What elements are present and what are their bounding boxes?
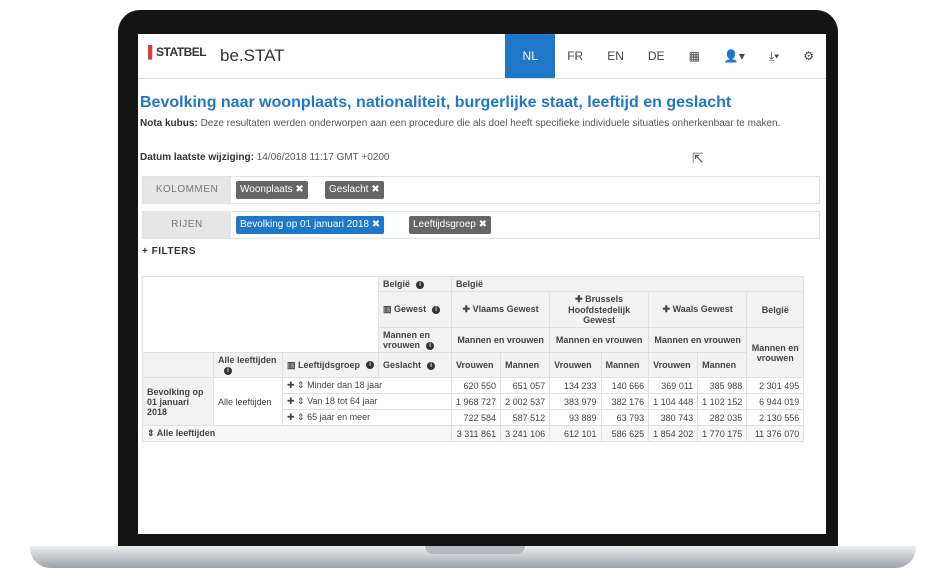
header-mannen[interactable]: Mannen (600, 352, 650, 378)
info-icon[interactable]: i (426, 341, 435, 350)
navbar: ▌STATBEL be.STAT NL FR EN DE ▦ 👤▾ ⤓▾ ⚙ (138, 34, 826, 79)
info-icon[interactable]: i (427, 361, 436, 370)
cell-total: 3 241 106 (500, 425, 551, 442)
table-icon[interactable]: ▦ (677, 34, 712, 78)
row-group-bevolking: Bevolking op 01 januari 2018 (142, 377, 214, 426)
cell-total: 612 101 (549, 425, 602, 442)
mouse-cursor-icon: ⇱ (692, 150, 704, 166)
cell-total: 11 376 070 (746, 425, 805, 442)
cell-value: 383 979 (549, 393, 602, 410)
table-corner (141, 276, 380, 353)
cell-value: 2 002 537 (500, 393, 551, 410)
pivot-table: België i België ▥ Gewest i ✚ Vlaams Gewest… (141, 276, 805, 442)
date-label: Datum laatste wijziging: (140, 152, 254, 163)
cell-value: 385 988 (697, 377, 748, 394)
header-belgie-total: België (746, 291, 805, 328)
cube-note: Nota kubus: Deze resultaten werden onder… (140, 116, 810, 131)
rows-pivot-row: RIJEN Bevolking op 01 januari 2018 ✖ Lee… (142, 211, 820, 239)
settings-icon[interactable]: ⚙ (791, 34, 826, 78)
header-gewest: ▥ Gewest i (378, 291, 453, 328)
columns-pivot-row: KOLOMMEN Woonplaats ✖ Geslacht ✖ (142, 176, 820, 204)
logo-flag-icon: ▌ (148, 45, 157, 59)
cell-value: 1 104 448 (648, 393, 699, 410)
lang-en[interactable]: EN (595, 34, 636, 78)
cell-value: 722 584 (451, 409, 502, 426)
header-vrouwen[interactable]: Vrouwen (549, 352, 602, 378)
cell-value: 587 512 (500, 409, 551, 426)
info-icon[interactable]: i (416, 280, 425, 289)
cell-value: 93 889 (549, 409, 602, 426)
info-icon[interactable]: i (366, 361, 375, 370)
header-vrouwen[interactable]: Vrouwen (648, 352, 699, 378)
info-icon[interactable]: i (224, 366, 232, 375)
cell-total: 586 625 (600, 425, 650, 442)
lang-fr[interactable]: FR (555, 34, 595, 78)
statbel-logo[interactable]: ▌STATBEL (148, 45, 207, 59)
header-leeftijdsgroep: ▥ Leeftijdsgroep i (281, 352, 380, 378)
nav-menu: NL FR EN DE ▦ 👤▾ ⤓▾ ⚙ (505, 34, 826, 78)
cell-value: 63 793 (600, 409, 650, 426)
last-modified: Datum laatste wijziging: 14/06/2018 11:1… (140, 152, 389, 163)
cell-value: 620 550 (451, 377, 502, 394)
laptop-notch (425, 546, 525, 554)
cell-total: 1 854 202 (648, 425, 699, 442)
cell-value: 282 035 (697, 409, 748, 426)
cell-value: 140 666 (600, 377, 650, 394)
table-row: Bevolking op 01 januari 2018 Alle leefti… (142, 377, 805, 426)
chip-geslacht[interactable]: Geslacht ✖ (325, 181, 384, 199)
row-label[interactable]: ✚ ⇕ 65 jaar en meer (281, 409, 453, 426)
cell-value: 2 301 495 (746, 377, 805, 394)
chip-leeftijdsgroep[interactable]: Leeftijdsgroep ✖ (409, 216, 491, 234)
header-waals-gewest[interactable]: ✚ Waals Gewest (648, 291, 748, 328)
lang-nl[interactable]: NL (505, 34, 556, 78)
cell-value: 1 102 152 (697, 393, 748, 410)
header-mannen[interactable]: Mannen (500, 352, 551, 378)
row-label[interactable]: ✚ ⇕ Minder dan 18 jaar (281, 377, 453, 394)
note-label: Nota kubus: (140, 118, 198, 129)
cell-value: 651 057 (500, 377, 551, 394)
row-label[interactable]: ✚ ⇕ Van 18 tot 64 jaar (281, 393, 453, 410)
row-subgroup-alle: Alle leeftijden (213, 377, 283, 426)
chip-bevolking[interactable]: Bevolking op 01 januari 2018 ✖ (236, 216, 385, 234)
cell-value: 380 743 (648, 409, 699, 426)
header-mv-vlaams: Mannen en vrouwen (451, 327, 551, 353)
lang-de[interactable]: DE (636, 34, 677, 78)
rows-label: RIJEN (143, 212, 231, 238)
brand-name[interactable]: be.STAT (220, 46, 285, 66)
total-row-label[interactable]: ⇕ Alle leeftijden (141, 425, 453, 442)
header-mv-brussels: Mannen en vrouwen (549, 327, 650, 353)
header-empty (142, 352, 214, 378)
header-mv-waals: Mannen en vrouwen (648, 327, 748, 353)
header-vrouwen[interactable]: Vrouwen (451, 352, 502, 378)
cell-total: 3 311 861 (451, 425, 502, 442)
browser-screen: ▌STATBEL be.STAT NL FR EN DE ▦ 👤▾ ⤓▾ ⚙ B… (138, 34, 826, 534)
user-icon[interactable]: 👤▾ (712, 34, 757, 78)
header-geslacht: Geslacht i (378, 352, 453, 378)
cell-total: 1 770 175 (697, 425, 748, 442)
chip-woonplaats[interactable]: Woonplaats ✖ (236, 181, 308, 199)
cell-value: 6 944 019 (746, 393, 805, 410)
header-alle-leeftijden: Alle leeftijdeni (213, 352, 283, 378)
header-mv-total: Mannen en vrouwen (746, 327, 805, 378)
header-mv-dim: Mannen en vrouwen i (378, 327, 453, 353)
cell-value: 2 130 556 (746, 409, 805, 426)
cell-value: 134 233 (549, 377, 602, 394)
date-value: 14/06/2018 11:17 GMT +0200 (256, 152, 390, 163)
header-belgie-dim: België i (378, 276, 453, 292)
header-mannen[interactable]: Mannen (697, 352, 748, 378)
table-total-row: ⇕ Alle leeftijden 3 311 861 3 241 106 61… (141, 425, 805, 442)
filters-toggle[interactable]: + FILTERS (142, 246, 196, 257)
laptop-base (30, 546, 916, 568)
columns-label: KOLOMMEN (143, 177, 231, 203)
info-icon[interactable]: i (432, 305, 441, 314)
page-title: Bevolking naar woonplaats, nationaliteit… (140, 94, 732, 111)
header-vlaams-gewest[interactable]: ✚ Vlaams Gewest (451, 291, 551, 328)
download-icon[interactable]: ⤓▾ (757, 34, 791, 78)
cell-value: 1 968 727 (451, 393, 502, 410)
cell-value: 382 176 (600, 393, 650, 410)
cell-value: 369 011 (648, 377, 699, 394)
header-belgie-top: België (451, 276, 805, 292)
header-brussels-gewest[interactable]: ✚ Brussels Hoofdstedelijk Gewest (549, 291, 650, 328)
note-text: Deze resultaten werden onderworpen aan e… (200, 118, 781, 129)
